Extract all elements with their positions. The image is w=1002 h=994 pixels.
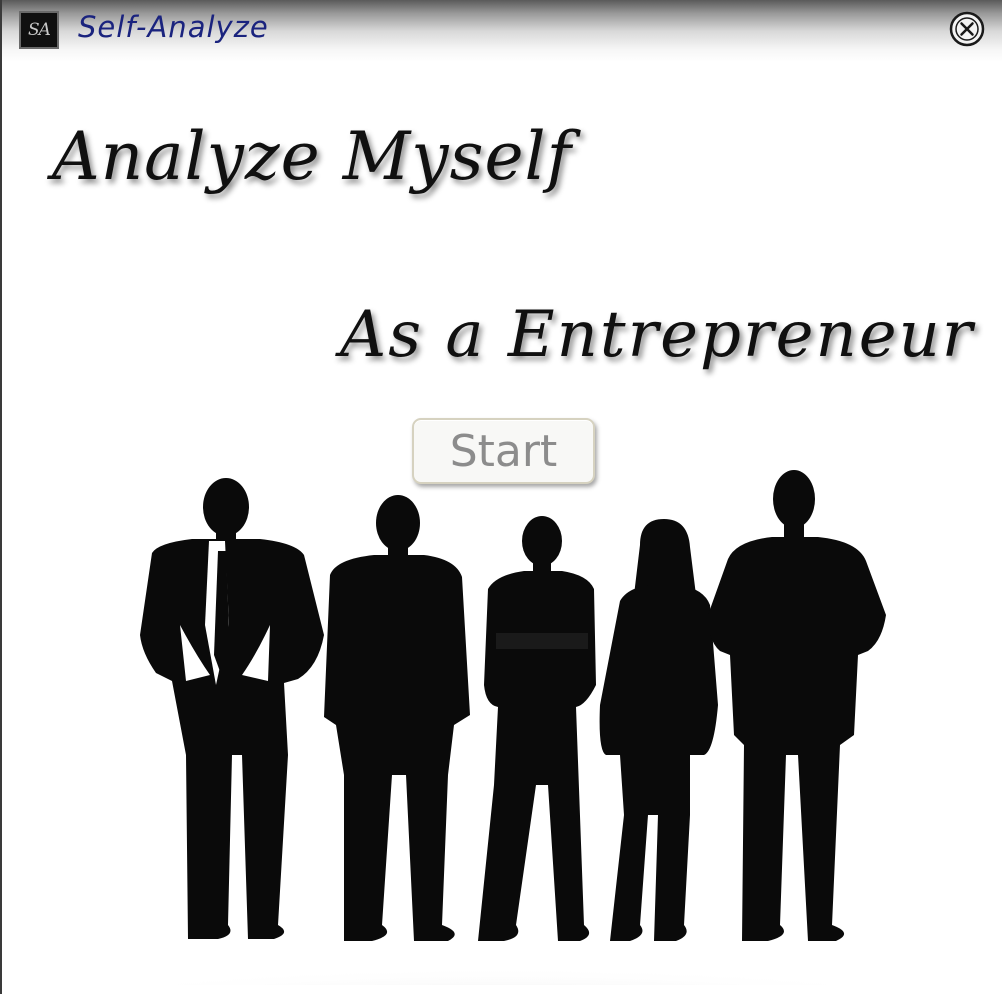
app-icon-label: SA	[28, 20, 51, 40]
close-icon	[949, 11, 985, 47]
page-subtitle: As a Entrepreneur	[340, 298, 975, 372]
person-silhouette-2	[324, 495, 470, 941]
app-window: SA Self-Analyze Analyze Myself As a Entr…	[0, 0, 1002, 994]
title-bar[interactable]: SA Self-Analyze	[2, 0, 1002, 62]
business-people-silhouettes	[92, 470, 912, 985]
person-silhouette-4	[599, 519, 718, 941]
person-silhouette-3	[478, 516, 596, 941]
person-silhouette-5	[708, 470, 886, 941]
app-icon: SA	[19, 11, 59, 49]
start-button[interactable]: Start	[412, 418, 595, 484]
page-title: Analyze Myself	[52, 118, 573, 195]
window-title: Self-Analyze	[78, 10, 269, 44]
close-button[interactable]	[948, 10, 986, 48]
person-silhouette-1	[140, 478, 324, 939]
